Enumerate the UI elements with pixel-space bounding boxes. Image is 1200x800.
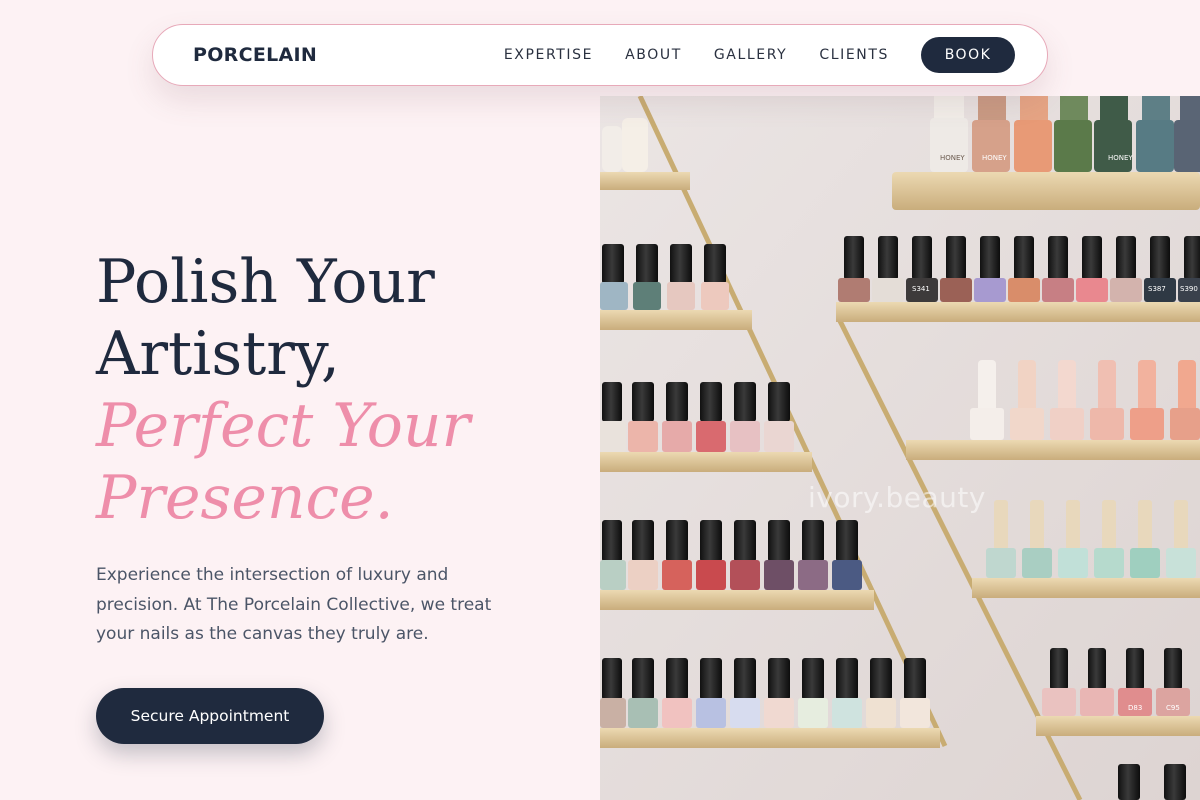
svg-text:S387: S387 — [1148, 285, 1166, 293]
svg-text:D83: D83 — [1128, 704, 1142, 712]
nav-links: EXPERTISE ABOUT GALLERY CLIENTS BOOK — [504, 37, 1015, 73]
svg-text:S390: S390 — [1180, 285, 1198, 293]
nav-link-about[interactable]: ABOUT — [625, 47, 682, 63]
nav-link-clients[interactable]: CLIENTS — [819, 47, 889, 63]
svg-text:S341: S341 — [912, 285, 930, 293]
shelf-right-1: HONEY HONEY HONEY — [892, 96, 1200, 210]
headline-accent-line-2: Presence. — [96, 463, 394, 533]
book-button[interactable]: BOOK — [921, 37, 1015, 73]
svg-text:HONEY: HONEY — [1108, 154, 1133, 162]
hero-description: Experience the intersection of luxury an… — [96, 565, 492, 644]
nav-link-expertise[interactable]: EXPERTISE — [504, 47, 593, 63]
headline-accent-line-1: Perfect Your — [96, 391, 471, 461]
photo-watermark: ivory.beauty — [808, 481, 986, 514]
hero-photo-nail-polish-shelves: HONEY HONEY HONEY S341 S387 S390 D83 C95… — [600, 96, 1200, 800]
svg-text:C95: C95 — [1166, 704, 1180, 712]
top-navbar: PORCELAIN EXPERTISE ABOUT GALLERY CLIENT… — [152, 24, 1048, 86]
shelf-row-5 — [600, 658, 940, 748]
svg-text:HONEY: HONEY — [940, 154, 965, 162]
secure-appointment-button[interactable]: Secure Appointment — [96, 688, 324, 744]
svg-text:HONEY: HONEY — [982, 154, 1007, 162]
nav-link-gallery[interactable]: GALLERY — [714, 47, 787, 63]
headline-line-1: Polish Your — [96, 247, 435, 317]
headline-line-2: Artistry, — [96, 319, 340, 389]
hero-headline: Polish Your Artistry, Perfect Your Prese… — [96, 246, 576, 534]
brand-logo[interactable]: PORCELAIN — [193, 44, 317, 66]
